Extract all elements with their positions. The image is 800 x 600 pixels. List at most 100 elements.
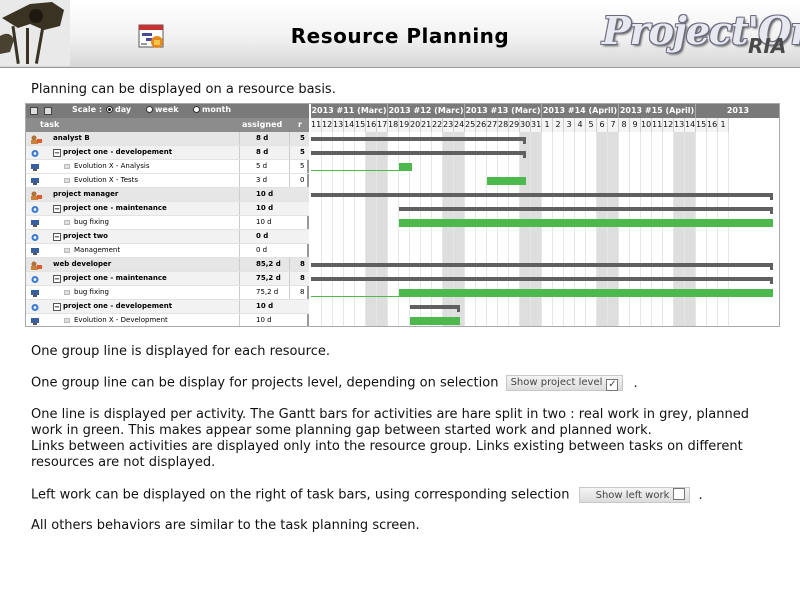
bar-end-marker bbox=[770, 263, 773, 270]
activity-row[interactable]: bug fixing 75,2 d8 bbox=[26, 286, 309, 300]
activity-row[interactable]: Evolution X - Development 10 d bbox=[26, 314, 309, 326]
row-assigned: 10 d bbox=[239, 314, 289, 326]
week-header: 2013 #14 (April) bbox=[542, 104, 619, 118]
row-name: web developer bbox=[53, 260, 112, 268]
checkbox-checked-icon[interactable]: ✓ bbox=[606, 379, 619, 391]
day-header: 1 bbox=[718, 118, 729, 132]
planned-work-bar[interactable] bbox=[399, 289, 773, 297]
column-assigned[interactable]: assigned bbox=[242, 120, 282, 129]
resource-row[interactable]: −project manager10 d bbox=[26, 188, 309, 202]
activity-monitor-icon bbox=[30, 289, 40, 297]
intro-text: Planning can be displayed on a resource … bbox=[31, 82, 336, 97]
activity-monitor-icon bbox=[30, 247, 40, 255]
real-work-bar[interactable] bbox=[311, 277, 773, 281]
column-task[interactable]: task bbox=[40, 120, 59, 129]
scale-day-option[interactable]: day bbox=[106, 105, 131, 114]
activity-row[interactable]: bug fixing 10 d bbox=[26, 216, 309, 230]
day-column bbox=[674, 132, 685, 326]
collapse-toggle-icon[interactable]: − bbox=[53, 303, 61, 311]
day-column bbox=[553, 132, 564, 326]
header-bar: Resource Planning Project'Or RIA bbox=[0, 0, 800, 68]
scale-week-option[interactable]: week bbox=[146, 105, 179, 114]
activity-row[interactable]: Management 0 d bbox=[26, 244, 309, 258]
real-work-bar[interactable] bbox=[311, 193, 773, 197]
project-row[interactable]: − project one - developement 8 d5 bbox=[26, 146, 309, 160]
collapse-toggle-icon[interactable]: − bbox=[53, 275, 61, 283]
show-project-level-toggle[interactable]: Show project level ✓ bbox=[505, 375, 624, 391]
planned-work-bar[interactable] bbox=[399, 163, 413, 171]
week-header: 2013 #11 (Marc) bbox=[311, 104, 388, 118]
day-column bbox=[707, 132, 718, 326]
real-work-bar[interactable] bbox=[399, 207, 773, 211]
planned-work-bar[interactable] bbox=[311, 170, 399, 171]
real-work-bar[interactable] bbox=[311, 263, 773, 267]
expand-all-button[interactable] bbox=[44, 107, 52, 115]
scale-label: Scale : bbox=[72, 105, 103, 114]
resource-row[interactable]: −web developer85,2 d8 bbox=[26, 258, 309, 272]
planned-work-bar[interactable] bbox=[311, 296, 399, 297]
day-header: 16 bbox=[366, 118, 377, 132]
collapse-all-button[interactable] bbox=[30, 107, 38, 115]
resource-row[interactable]: −analyst B8 d5 bbox=[26, 132, 309, 146]
project-row[interactable]: − project one - developement 10 d bbox=[26, 300, 309, 314]
planned-work-bar[interactable] bbox=[410, 317, 460, 325]
project-row[interactable]: − project one - maintenance 75,2 d8 bbox=[26, 272, 309, 286]
leaf-task-icon bbox=[64, 290, 70, 295]
day-column bbox=[608, 132, 619, 326]
day-header: 8 bbox=[619, 118, 630, 132]
checkbox-icon[interactable] bbox=[673, 488, 686, 500]
paragraph-links: Links between activities are displayed o… bbox=[31, 439, 743, 470]
real-work-bar[interactable] bbox=[311, 151, 526, 155]
real-work-bar[interactable] bbox=[410, 305, 460, 309]
planned-work-bar[interactable] bbox=[487, 177, 526, 185]
show-left-work-toggle[interactable]: Show left work bbox=[578, 487, 691, 503]
collapse-toggle-icon[interactable]: − bbox=[53, 149, 61, 157]
planned-work-bar[interactable] bbox=[399, 219, 773, 227]
activity-row[interactable]: Evolution X - Analysis 5 d5 bbox=[26, 160, 309, 174]
collapse-toggle-icon[interactable]: − bbox=[53, 233, 61, 241]
activity-row[interactable]: Evolution X - Tests 3 d0 bbox=[26, 174, 309, 188]
day-header: 14 bbox=[344, 118, 355, 132]
row-name: project manager bbox=[53, 190, 119, 198]
day-column bbox=[575, 132, 586, 326]
project-level-text: One group line can be display for projec… bbox=[31, 375, 499, 391]
day-header: 16 bbox=[707, 118, 718, 132]
column-r[interactable]: r bbox=[298, 120, 302, 129]
row-r-value: 5 bbox=[289, 160, 309, 173]
row-assigned: 5 d bbox=[239, 160, 289, 173]
bar-end-marker bbox=[770, 207, 773, 214]
row-assigned: 75,2 d bbox=[239, 286, 289, 299]
row-name: project one - developement bbox=[63, 148, 173, 156]
radio-icon bbox=[106, 106, 113, 113]
week-header: 2013 bbox=[696, 104, 779, 118]
collapse-toggle-icon[interactable]: − bbox=[53, 205, 61, 213]
scale-month-option[interactable]: month bbox=[193, 105, 231, 114]
row-name: analyst B bbox=[53, 134, 90, 142]
radio-icon bbox=[146, 106, 153, 113]
row-assigned: 3 d bbox=[239, 174, 289, 187]
activity-monitor-icon bbox=[30, 163, 40, 171]
day-header: 19 bbox=[399, 118, 410, 132]
day-header: 7 bbox=[608, 118, 619, 132]
resource-person-icon bbox=[30, 135, 42, 144]
gantt-column-headers: task assigned r bbox=[26, 118, 309, 132]
day-header: 20 bbox=[410, 118, 421, 132]
day-column bbox=[487, 132, 498, 326]
real-work-bar[interactable] bbox=[311, 137, 526, 141]
day-header: 13 bbox=[674, 118, 685, 132]
day-header: 12 bbox=[322, 118, 333, 132]
day-header: 28 bbox=[498, 118, 509, 132]
day-column bbox=[630, 132, 641, 326]
project-row[interactable]: − project one - maintenance 10 d bbox=[26, 202, 309, 216]
project-row[interactable]: − project two 0 d bbox=[26, 230, 309, 244]
day-header: 25 bbox=[465, 118, 476, 132]
day-header: 14 bbox=[685, 118, 696, 132]
day-header: 17 bbox=[377, 118, 388, 132]
day-column bbox=[421, 132, 432, 326]
gantt-task-list: Scale : day week month task assigned r −… bbox=[26, 104, 309, 326]
row-r-value: 5 bbox=[289, 132, 309, 145]
day-header: 1 bbox=[542, 118, 553, 132]
day-header: 29 bbox=[509, 118, 520, 132]
project-gear-icon bbox=[30, 149, 40, 157]
resource-gantt: Scale : day week month task assigned r −… bbox=[25, 103, 780, 327]
